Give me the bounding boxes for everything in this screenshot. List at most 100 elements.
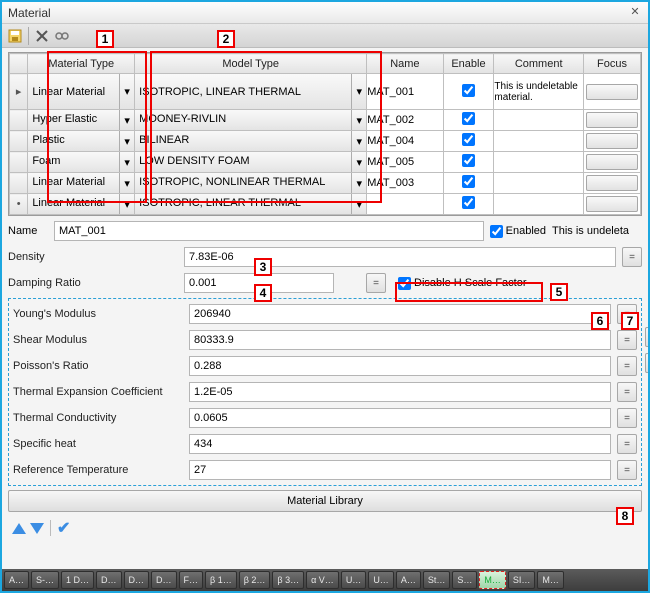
material-grid[interactable]: Material Type Model Type Name Enable Com… (8, 52, 642, 216)
chevron-down-icon[interactable]: ▾ (120, 74, 134, 109)
name-cell[interactable]: MAT_002 (367, 110, 443, 131)
focus-button[interactable] (586, 196, 638, 212)
col-comment[interactable]: Comment (494, 54, 584, 74)
density-eq-button[interactable]: = (622, 247, 642, 267)
col-enable[interactable]: Enable (443, 54, 494, 74)
model-type-cell[interactable]: ISOTROPIC, NONLINEAR THERMAL▾ (135, 173, 367, 194)
task-item[interactable]: A… (396, 571, 421, 589)
chevron-down-icon[interactable]: ▾ (352, 194, 366, 214)
task-item[interactable]: F… (179, 571, 204, 589)
table-row[interactable]: •Linear Material▾ISOTROPIC, LINEAR THERM… (10, 194, 641, 215)
material-type-cell[interactable]: Plastic▾ (28, 131, 135, 152)
chevron-down-icon[interactable]: ▾ (352, 152, 366, 172)
task-item[interactable]: St… (423, 571, 451, 589)
property-input[interactable] (189, 304, 611, 324)
enable-cell[interactable] (443, 173, 494, 194)
name-cell[interactable] (367, 194, 443, 215)
task-item[interactable]: U… (368, 571, 394, 589)
disable-h-label-wrap[interactable]: Disable H Scale Factor (398, 277, 527, 290)
task-item[interactable]: S-… (31, 571, 59, 589)
focus-button[interactable] (586, 175, 638, 191)
enable-checkbox[interactable] (462, 133, 475, 146)
material-type-cell[interactable]: Linear Material▾ (28, 173, 135, 194)
disable-h-checkbox[interactable] (398, 277, 411, 290)
col-focus[interactable]: Focus (583, 54, 640, 74)
close-icon[interactable]: ✕ (628, 6, 642, 20)
task-item[interactable]: D… (124, 571, 150, 589)
material-type-cell[interactable]: Linear Material▾ (28, 194, 135, 215)
material-type-cell[interactable]: Hyper Elastic▾ (28, 110, 135, 131)
titlebar[interactable]: Material ✕ (2, 2, 648, 24)
model-type-cell[interactable]: BILINEAR▾ (135, 131, 367, 152)
density-input[interactable] (184, 247, 616, 267)
property-input[interactable] (189, 356, 611, 376)
task-item[interactable]: M… (537, 571, 564, 589)
enable-checkbox[interactable] (462, 154, 475, 167)
enable-checkbox[interactable] (462, 175, 475, 188)
property-eq-button[interactable]: = (617, 356, 637, 376)
task-item[interactable]: M… (479, 571, 506, 589)
nyu-button[interactable]: nyu (645, 327, 648, 347)
enable-checkbox[interactable] (462, 112, 475, 125)
enabled-checkbox[interactable] (490, 225, 503, 238)
property-eq-button[interactable]: = (617, 304, 637, 324)
name-cell[interactable]: MAT_005 (367, 152, 443, 173)
model-type-cell[interactable]: ISOTROPIC, LINEAR THERMAL▾ (135, 194, 367, 215)
enable-checkbox[interactable] (462, 196, 475, 209)
property-input[interactable] (189, 408, 611, 428)
enable-cell[interactable] (443, 131, 494, 152)
property-input[interactable] (189, 460, 611, 480)
move-down-icon[interactable] (30, 523, 44, 534)
chevron-down-icon[interactable]: ▾ (120, 152, 134, 172)
task-item[interactable]: S… (452, 571, 477, 589)
task-item[interactable]: D… (96, 571, 122, 589)
table-row[interactable]: Linear Material▾ISOTROPIC, NONLINEAR THE… (10, 173, 641, 194)
chevron-down-icon[interactable]: ▾ (352, 173, 366, 193)
task-item[interactable]: 1 D… (61, 571, 94, 589)
g-button[interactable]: G (645, 353, 648, 373)
material-type-cell[interactable]: Linear Material▾ (28, 74, 135, 110)
name-cell[interactable]: MAT_003 (367, 173, 443, 194)
task-item[interactable]: D… (151, 571, 177, 589)
task-item[interactable]: β 3… (272, 571, 304, 589)
focus-button[interactable] (586, 154, 638, 170)
model-type-cell[interactable]: MOONEY-RIVLIN▾ (135, 110, 367, 131)
table-row[interactable]: Hyper Elastic▾MOONEY-RIVLIN▾MAT_002 (10, 110, 641, 131)
delete-icon[interactable] (33, 27, 51, 45)
enable-checkbox[interactable] (462, 84, 475, 97)
taskbar[interactable]: A…S-…1 D…D…D…D…F…β 1…β 2…β 3…α V…U…U…A…S… (2, 569, 648, 591)
property-eq-button[interactable]: = (617, 434, 637, 454)
enable-cell[interactable] (443, 152, 494, 173)
enable-cell[interactable] (443, 74, 494, 110)
table-row[interactable]: ▸Linear Material▾ISOTROPIC, LINEAR THERM… (10, 74, 641, 110)
col-material-type[interactable]: Material Type (28, 54, 135, 74)
task-item[interactable]: α V… (306, 571, 339, 589)
enable-cell[interactable] (443, 194, 494, 215)
enabled-check-label[interactable]: Enabled (490, 225, 546, 238)
name-cell[interactable]: MAT_001 (367, 74, 443, 110)
focus-button[interactable] (586, 133, 638, 149)
chevron-down-icon[interactable]: ▾ (352, 110, 366, 130)
move-up-icon[interactable] (12, 523, 26, 534)
material-type-cell[interactable]: Foam▾ (28, 152, 135, 173)
property-input[interactable] (189, 330, 611, 350)
table-row[interactable]: Plastic▾BILINEAR▾MAT_004 (10, 131, 641, 152)
col-name[interactable]: Name (367, 54, 443, 74)
focus-button[interactable] (586, 84, 638, 100)
damping-eq-button[interactable]: = (366, 273, 386, 293)
model-type-cell[interactable]: ISOTROPIC, LINEAR THERMAL▾ (135, 74, 367, 110)
name-cell[interactable]: MAT_004 (367, 131, 443, 152)
chevron-down-icon[interactable]: ▾ (120, 131, 134, 151)
material-library-button[interactable]: Material Library (8, 490, 642, 512)
model-type-cell[interactable]: LOW DENSITY FOAM▾ (135, 152, 367, 173)
link-icon[interactable] (53, 27, 71, 45)
task-item[interactable]: β 1… (205, 571, 237, 589)
task-item[interactable]: SI… (508, 571, 536, 589)
chevron-down-icon[interactable]: ▾ (120, 173, 134, 193)
task-item[interactable]: U… (341, 571, 367, 589)
chevron-down-icon[interactable]: ▾ (120, 110, 134, 130)
col-model-type[interactable]: Model Type (135, 54, 367, 74)
enable-cell[interactable] (443, 110, 494, 131)
focus-button[interactable] (586, 112, 638, 128)
apply-icon[interactable]: ✔ (57, 518, 70, 538)
